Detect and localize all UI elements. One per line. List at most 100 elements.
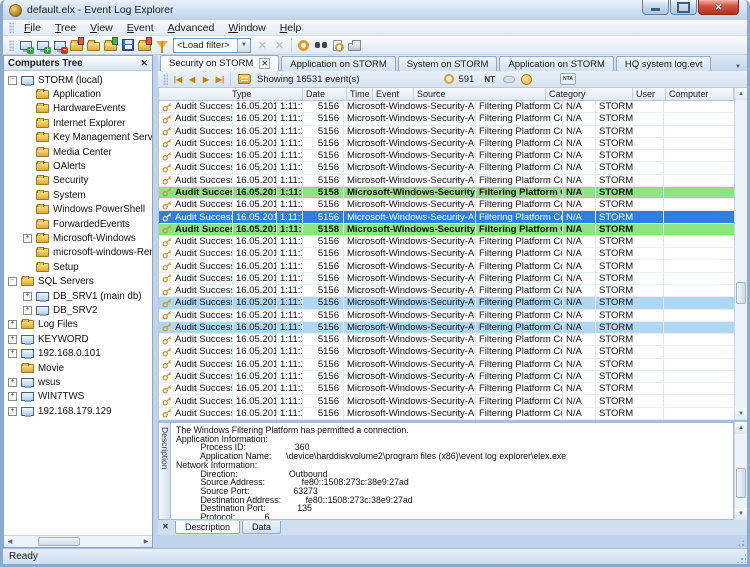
- column-header[interactable]: Time: [347, 88, 373, 100]
- table-row[interactable]: Audit Success 16.05.2012 1:11:12 5156 Mi…: [159, 310, 734, 322]
- tab-close-icon[interactable]: ✕: [259, 58, 270, 69]
- cloud-icon[interactable]: [503, 76, 515, 83]
- tree-item[interactable]: microsoft-windows-RemoteDesktop: [4, 246, 152, 260]
- table-row[interactable]: Audit Success 16.05.2012 1:11:11 5156 Mi…: [159, 322, 734, 334]
- menu-tree[interactable]: Tree: [48, 21, 83, 35]
- table-row[interactable]: Audit Success 16.05.2012 1:11:11 5156 Mi…: [159, 359, 734, 371]
- window-resize-grip[interactable]: [736, 553, 746, 563]
- menu-window[interactable]: Window: [221, 21, 272, 35]
- tree-expander-icon[interactable]: +: [8, 392, 17, 401]
- table-row[interactable]: Audit Success 16.05.2012 1:11:12 5156 Mi…: [159, 248, 734, 260]
- tree-item[interactable]: + 192.168.179.129: [4, 404, 152, 418]
- add-computer-button[interactable]: +: [34, 37, 51, 54]
- scroll-track[interactable]: [735, 100, 747, 408]
- log-tab[interactable]: HQ system log.evt ✕: [616, 56, 712, 71]
- load-filter-combobox[interactable]: <Load filter>: [173, 38, 251, 53]
- table-row[interactable]: Audit Success 16.05.2012 1:11:13 5156 Mi…: [159, 126, 734, 138]
- tree-expander-icon[interactable]: +: [8, 320, 17, 329]
- menu-file[interactable]: File: [17, 21, 48, 35]
- tree-item[interactable]: + 192.168.0.101: [4, 346, 152, 360]
- column-header[interactable]: Category: [546, 88, 633, 100]
- resize-grip-icon[interactable]: [737, 539, 745, 547]
- log-tab[interactable]: Application on STORM ✕: [499, 56, 613, 71]
- tree-expander-icon[interactable]: +: [23, 292, 32, 301]
- scroll-thumb[interactable]: [736, 468, 746, 498]
- table-row[interactable]: Audit Success 16.05.2012 1:11:13 5156 Mi…: [159, 138, 734, 150]
- nta-badge[interactable]: NTA: [560, 73, 576, 85]
- tree-item[interactable]: Security: [4, 174, 152, 188]
- column-header[interactable]: Event: [373, 88, 414, 100]
- minimize-button[interactable]: [642, 0, 669, 15]
- column-header[interactable]: Date: [303, 88, 347, 100]
- find-button[interactable]: [312, 37, 329, 54]
- log-tab[interactable]: Application on STORM ✕: [281, 56, 395, 71]
- tree-item[interactable]: Setup: [4, 260, 152, 274]
- tree-expander-icon[interactable]: -: [8, 76, 17, 85]
- table-row[interactable]: Audit Success 16.05.2012 1:11:13 5156 Mi…: [159, 175, 734, 187]
- scroll-down-icon[interactable]: ▼: [735, 508, 747, 520]
- tree-item[interactable]: - SQL Servers: [4, 274, 152, 288]
- open-log-file-button[interactable]: [68, 37, 85, 54]
- connect-computer-button[interactable]: +: [17, 37, 34, 54]
- clear-log-button[interactable]: [136, 37, 153, 54]
- tree-item[interactable]: + Microsoft-Windows: [4, 231, 152, 245]
- tree-expander-icon[interactable]: +: [8, 335, 17, 344]
- tree-close-icon[interactable]: ✕: [140, 58, 148, 69]
- tree-item[interactable]: + DB_SRV2: [4, 303, 152, 317]
- table-row[interactable]: Audit Success 16.05.2012 1:11:13 5158 Mi…: [159, 187, 734, 199]
- tree-expander-icon[interactable]: +: [23, 306, 32, 315]
- view-properties-button[interactable]: [329, 37, 346, 54]
- table-row[interactable]: Audit Success 16.05.2012 1:11:13 5156 Mi…: [159, 211, 734, 223]
- tab-description[interactable]: Description: [175, 521, 240, 534]
- clock-icon[interactable]: [521, 74, 532, 85]
- scroll-thumb[interactable]: [38, 537, 80, 546]
- scroll-right-icon[interactable]: ▶: [140, 536, 152, 547]
- tree-item[interactable]: + wsus: [4, 375, 152, 389]
- log-tab[interactable]: Security on STORM ✕: [160, 55, 279, 71]
- table-row[interactable]: Audit Success 16.05.2012 1:11:11 5156 Mi…: [159, 395, 734, 407]
- print-button[interactable]: [346, 37, 363, 54]
- tree-item[interactable]: + WIN7TWS: [4, 390, 152, 404]
- table-row[interactable]: Audit Success 16.05.2012 1:11:12 5156 Mi…: [159, 297, 734, 309]
- scroll-left-icon[interactable]: ◀: [4, 536, 16, 547]
- goto-last-button[interactable]: ▶|: [213, 72, 227, 86]
- table-row[interactable]: Audit Success 16.05.2012 1:11:13 5156 Mi…: [159, 162, 734, 174]
- goto-first-button[interactable]: |◀: [171, 72, 185, 86]
- table-row[interactable]: Audit Success 16.05.2012 1:11:12 5156 Mi…: [159, 236, 734, 248]
- menu-event[interactable]: Event: [120, 21, 161, 35]
- tree-expander-icon[interactable]: -: [8, 277, 17, 286]
- scroll-thumb[interactable]: [736, 282, 746, 304]
- save-log-button[interactable]: [119, 37, 136, 54]
- tree-item[interactable]: HardwareEvents: [4, 102, 152, 116]
- combo-dropdown-icon[interactable]: [237, 39, 250, 52]
- refresh-log-button[interactable]: [102, 37, 119, 54]
- goto-event-button[interactable]: [295, 37, 312, 54]
- table-row[interactable]: Audit Success 16.05.2012 1:11:11 5156 Mi…: [159, 334, 734, 346]
- tree-item[interactable]: OAlerts: [4, 159, 152, 173]
- table-row[interactable]: Audit Success 16.05.2012 1:11:13 5156 Mi…: [159, 113, 734, 125]
- table-row[interactable]: Audit Success 16.05.2012 1:11:13 5156 Mi…: [159, 150, 734, 162]
- tree-expander-icon[interactable]: +: [8, 349, 17, 358]
- tab-data[interactable]: Data: [242, 521, 281, 534]
- description-side-tab[interactable]: Description: [158, 422, 171, 520]
- column-header[interactable]: Type: [229, 88, 303, 100]
- tree-item[interactable]: Media Center: [4, 145, 152, 159]
- menu-view[interactable]: View: [83, 21, 120, 35]
- tree-expander-icon[interactable]: +: [23, 234, 32, 243]
- table-row[interactable]: Audit Success 16.05.2012 1:11:11 5156 Mi…: [159, 346, 734, 358]
- menu-help[interactable]: Help: [273, 21, 309, 35]
- tree-item[interactable]: Application: [4, 87, 152, 101]
- table-row[interactable]: Audit Success 16.05.2012 1:11:12 5156 Mi…: [159, 273, 734, 285]
- maximize-button[interactable]: [670, 0, 697, 15]
- tree-item[interactable]: Movie: [4, 361, 152, 375]
- tree-item[interactable]: Internet Explorer: [4, 116, 152, 130]
- table-row[interactable]: Audit Success 16.05.2012 1:11:13 5156 Mi…: [159, 199, 734, 211]
- description-vertical-scrollbar[interactable]: ▲ ▼: [734, 422, 747, 520]
- scroll-down-icon[interactable]: ▼: [735, 408, 747, 420]
- column-header[interactable]: Source: [414, 88, 546, 100]
- column-header[interactable]: User: [633, 88, 666, 100]
- title-bar[interactable]: default.elx - Event Log Explorer: [3, 0, 747, 20]
- scroll-track[interactable]: [735, 434, 747, 508]
- open-folder-button[interactable]: [85, 37, 102, 54]
- table-row[interactable]: Audit Success 16.05.2012 1:11:11 5156 Mi…: [159, 408, 734, 420]
